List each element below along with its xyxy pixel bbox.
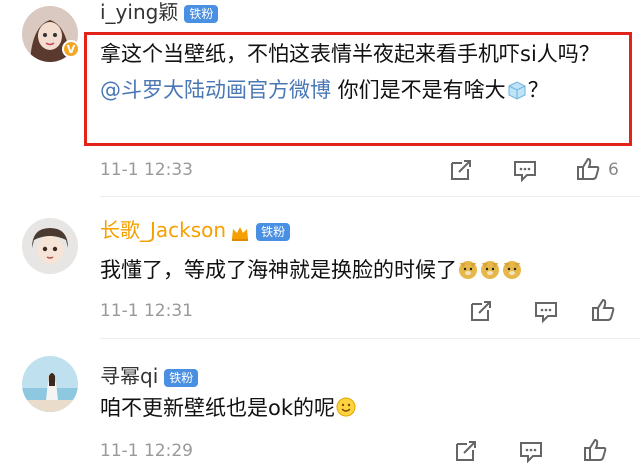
comment-text: 咱不更新壁纸也是ok的呢 bbox=[100, 390, 357, 426]
share-icon[interactable] bbox=[448, 157, 474, 183]
thumbs-up-icon[interactable] bbox=[582, 437, 608, 463]
fan-badge: 铁粉 bbox=[184, 4, 219, 23]
share-icon[interactable] bbox=[453, 438, 479, 464]
comment-text: 拿这个当壁纸，不怕这表情半夜起来看手机吓si人吗？@斗罗大陆动画官方微博 你们是… bbox=[100, 42, 600, 102]
comment-time: 11-1 12:31 bbox=[100, 301, 193, 321]
doge-emoji-icon bbox=[501, 255, 523, 279]
doge-emoji-icon bbox=[479, 255, 501, 279]
doge-emoji-icon bbox=[457, 255, 479, 279]
comment-icon[interactable] bbox=[533, 298, 559, 324]
share-icon[interactable] bbox=[468, 298, 494, 324]
verified-badge-icon: V bbox=[62, 40, 80, 58]
comment-time: 11-1 12:33 bbox=[100, 160, 193, 180]
username-text[interactable]: 寻幂qi bbox=[100, 364, 158, 388]
username-text[interactable]: 长歌_Jackson bbox=[100, 218, 226, 242]
username[interactable]: i_ying颖 铁粉 bbox=[100, 0, 219, 24]
divider bbox=[100, 196, 640, 197]
fan-badge: 铁粉 bbox=[164, 368, 199, 387]
comment-icon[interactable] bbox=[518, 438, 544, 464]
comment-icon[interactable] bbox=[512, 157, 538, 183]
mention-link[interactable]: @斗罗大陆动画官方微博 bbox=[100, 78, 331, 102]
like-count: 6 bbox=[608, 160, 619, 180]
username[interactable]: 寻幂qi 铁粉 bbox=[100, 364, 199, 388]
username-text[interactable]: i_ying颖 bbox=[100, 0, 178, 24]
crown-icon bbox=[230, 223, 250, 241]
comment-time: 11-1 12:29 bbox=[100, 441, 193, 461]
thumbs-up-icon[interactable] bbox=[575, 156, 601, 182]
smile-emoji-icon bbox=[335, 393, 357, 417]
thumbs-up-icon[interactable] bbox=[590, 297, 616, 323]
divider bbox=[100, 338, 640, 339]
ice-cube-emoji-icon bbox=[506, 75, 528, 100]
avatar[interactable] bbox=[22, 356, 78, 412]
comment-text: 我懂了，等成了海神就是换脸的时候了 bbox=[100, 252, 523, 288]
avatar[interactable] bbox=[22, 218, 78, 274]
fan-badge: 铁粉 bbox=[256, 222, 291, 241]
username[interactable]: 长歌_Jackson 铁粉 bbox=[100, 218, 291, 242]
